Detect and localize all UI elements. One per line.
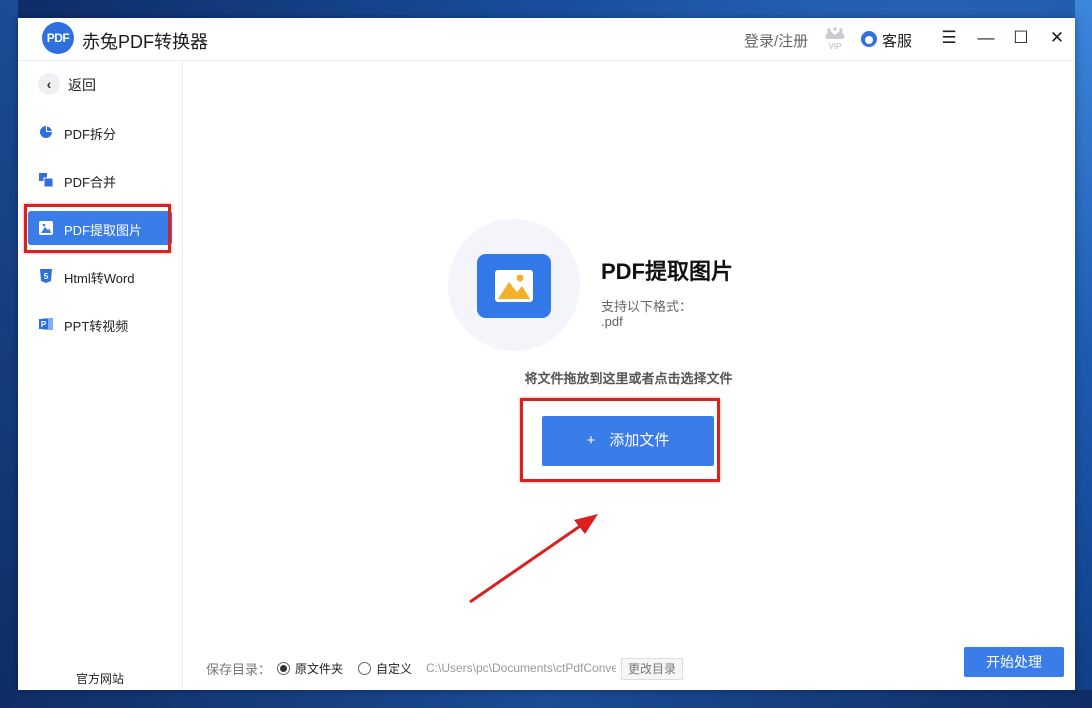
- pie-chart-icon: [40, 126, 52, 138]
- svg-text:P: P: [41, 320, 47, 329]
- sidebar-item-pdf-merge[interactable]: PDF合并: [28, 163, 172, 197]
- supported-formats-value: .pdf: [601, 314, 623, 329]
- close-button[interactable]: ✕: [1046, 27, 1068, 49]
- supported-formats-label: 支持以下格式：: [601, 299, 693, 314]
- feature-title: PDF提取图片: [601, 259, 734, 284]
- sidebar-item-label: PPT转视频: [64, 319, 129, 334]
- drop-zone[interactable]: 将文件拖放到这里或者点击选择文件: [18, 368, 1075, 388]
- official-website-link[interactable]: 官方网站: [76, 670, 124, 687]
- radio-custom-folder[interactable]: [358, 662, 371, 675]
- image-icon: [477, 254, 551, 318]
- add-file-button[interactable]: + 添加文件: [542, 416, 714, 466]
- vip-crown-icon[interactable]: VIP: [822, 25, 848, 51]
- html5-icon: 5: [40, 269, 52, 283]
- customer-service-icon[interactable]: [861, 31, 877, 47]
- save-path-field[interactable]: C:\Users\pc\Documents\ctPdfConverter: [420, 658, 616, 678]
- radio-original-folder[interactable]: [277, 662, 290, 675]
- drop-hint-text: 将文件拖放到这里或者点击选择文件: [524, 371, 733, 386]
- sidebar-item-label: PDF合并: [64, 175, 117, 190]
- radio-custom-folder-label[interactable]: 自定义: [376, 660, 412, 677]
- back-button[interactable]: 返回: [68, 75, 96, 95]
- sidebar-item-label: PDF拆分: [64, 127, 117, 142]
- app-title: 赤兔PDF转换器: [82, 32, 208, 52]
- sidebar-item-ppt-to-video[interactable]: P PPT转视频: [28, 307, 172, 341]
- menu-icon[interactable]: ☰: [938, 27, 960, 49]
- sidebar-item-html-to-word[interactable]: 5 Html转Word: [28, 259, 172, 293]
- highlight-box-sidebar: [24, 204, 171, 253]
- sidebar-item-label: Html转Word: [64, 271, 135, 286]
- save-directory-label: 保存目录：: [206, 662, 272, 677]
- desktop-background-bottom: [0, 690, 1092, 708]
- ppt-icon: P: [39, 318, 53, 330]
- add-file-label: 添加文件: [609, 432, 670, 449]
- title-bar: PDF 赤兔PDF转换器 登录/注册 VIP 客服 ☰ — ☐ ✕: [18, 18, 1075, 61]
- app-window: PDF 赤兔PDF转换器 登录/注册 VIP 客服 ☰ — ☐ ✕ ‹ 返回 P…: [18, 18, 1075, 690]
- vip-label: VIP: [829, 42, 843, 51]
- annotation-arrow: [469, 514, 598, 604]
- svg-text:5: 5: [44, 272, 49, 281]
- radio-original-folder-label[interactable]: 原文件夹: [295, 660, 343, 677]
- minimize-button[interactable]: —: [975, 27, 997, 49]
- change-directory-button[interactable]: 更改目录: [621, 658, 683, 680]
- desktop-background-right: [1075, 0, 1092, 708]
- app-logo: PDF: [42, 22, 74, 54]
- start-processing-button[interactable]: 开始处理: [964, 647, 1064, 677]
- sidebar-item-pdf-split[interactable]: PDF拆分: [28, 115, 172, 149]
- plus-icon: +: [586, 432, 596, 449]
- customer-service-link[interactable]: 客服: [882, 30, 912, 51]
- login-register-link[interactable]: 登录/注册: [744, 30, 808, 51]
- back-arrow-icon[interactable]: ‹: [38, 73, 60, 95]
- merge-squares-icon: [39, 173, 53, 187]
- maximize-button[interactable]: ☐: [1010, 27, 1032, 49]
- desktop-background-left: [0, 0, 18, 708]
